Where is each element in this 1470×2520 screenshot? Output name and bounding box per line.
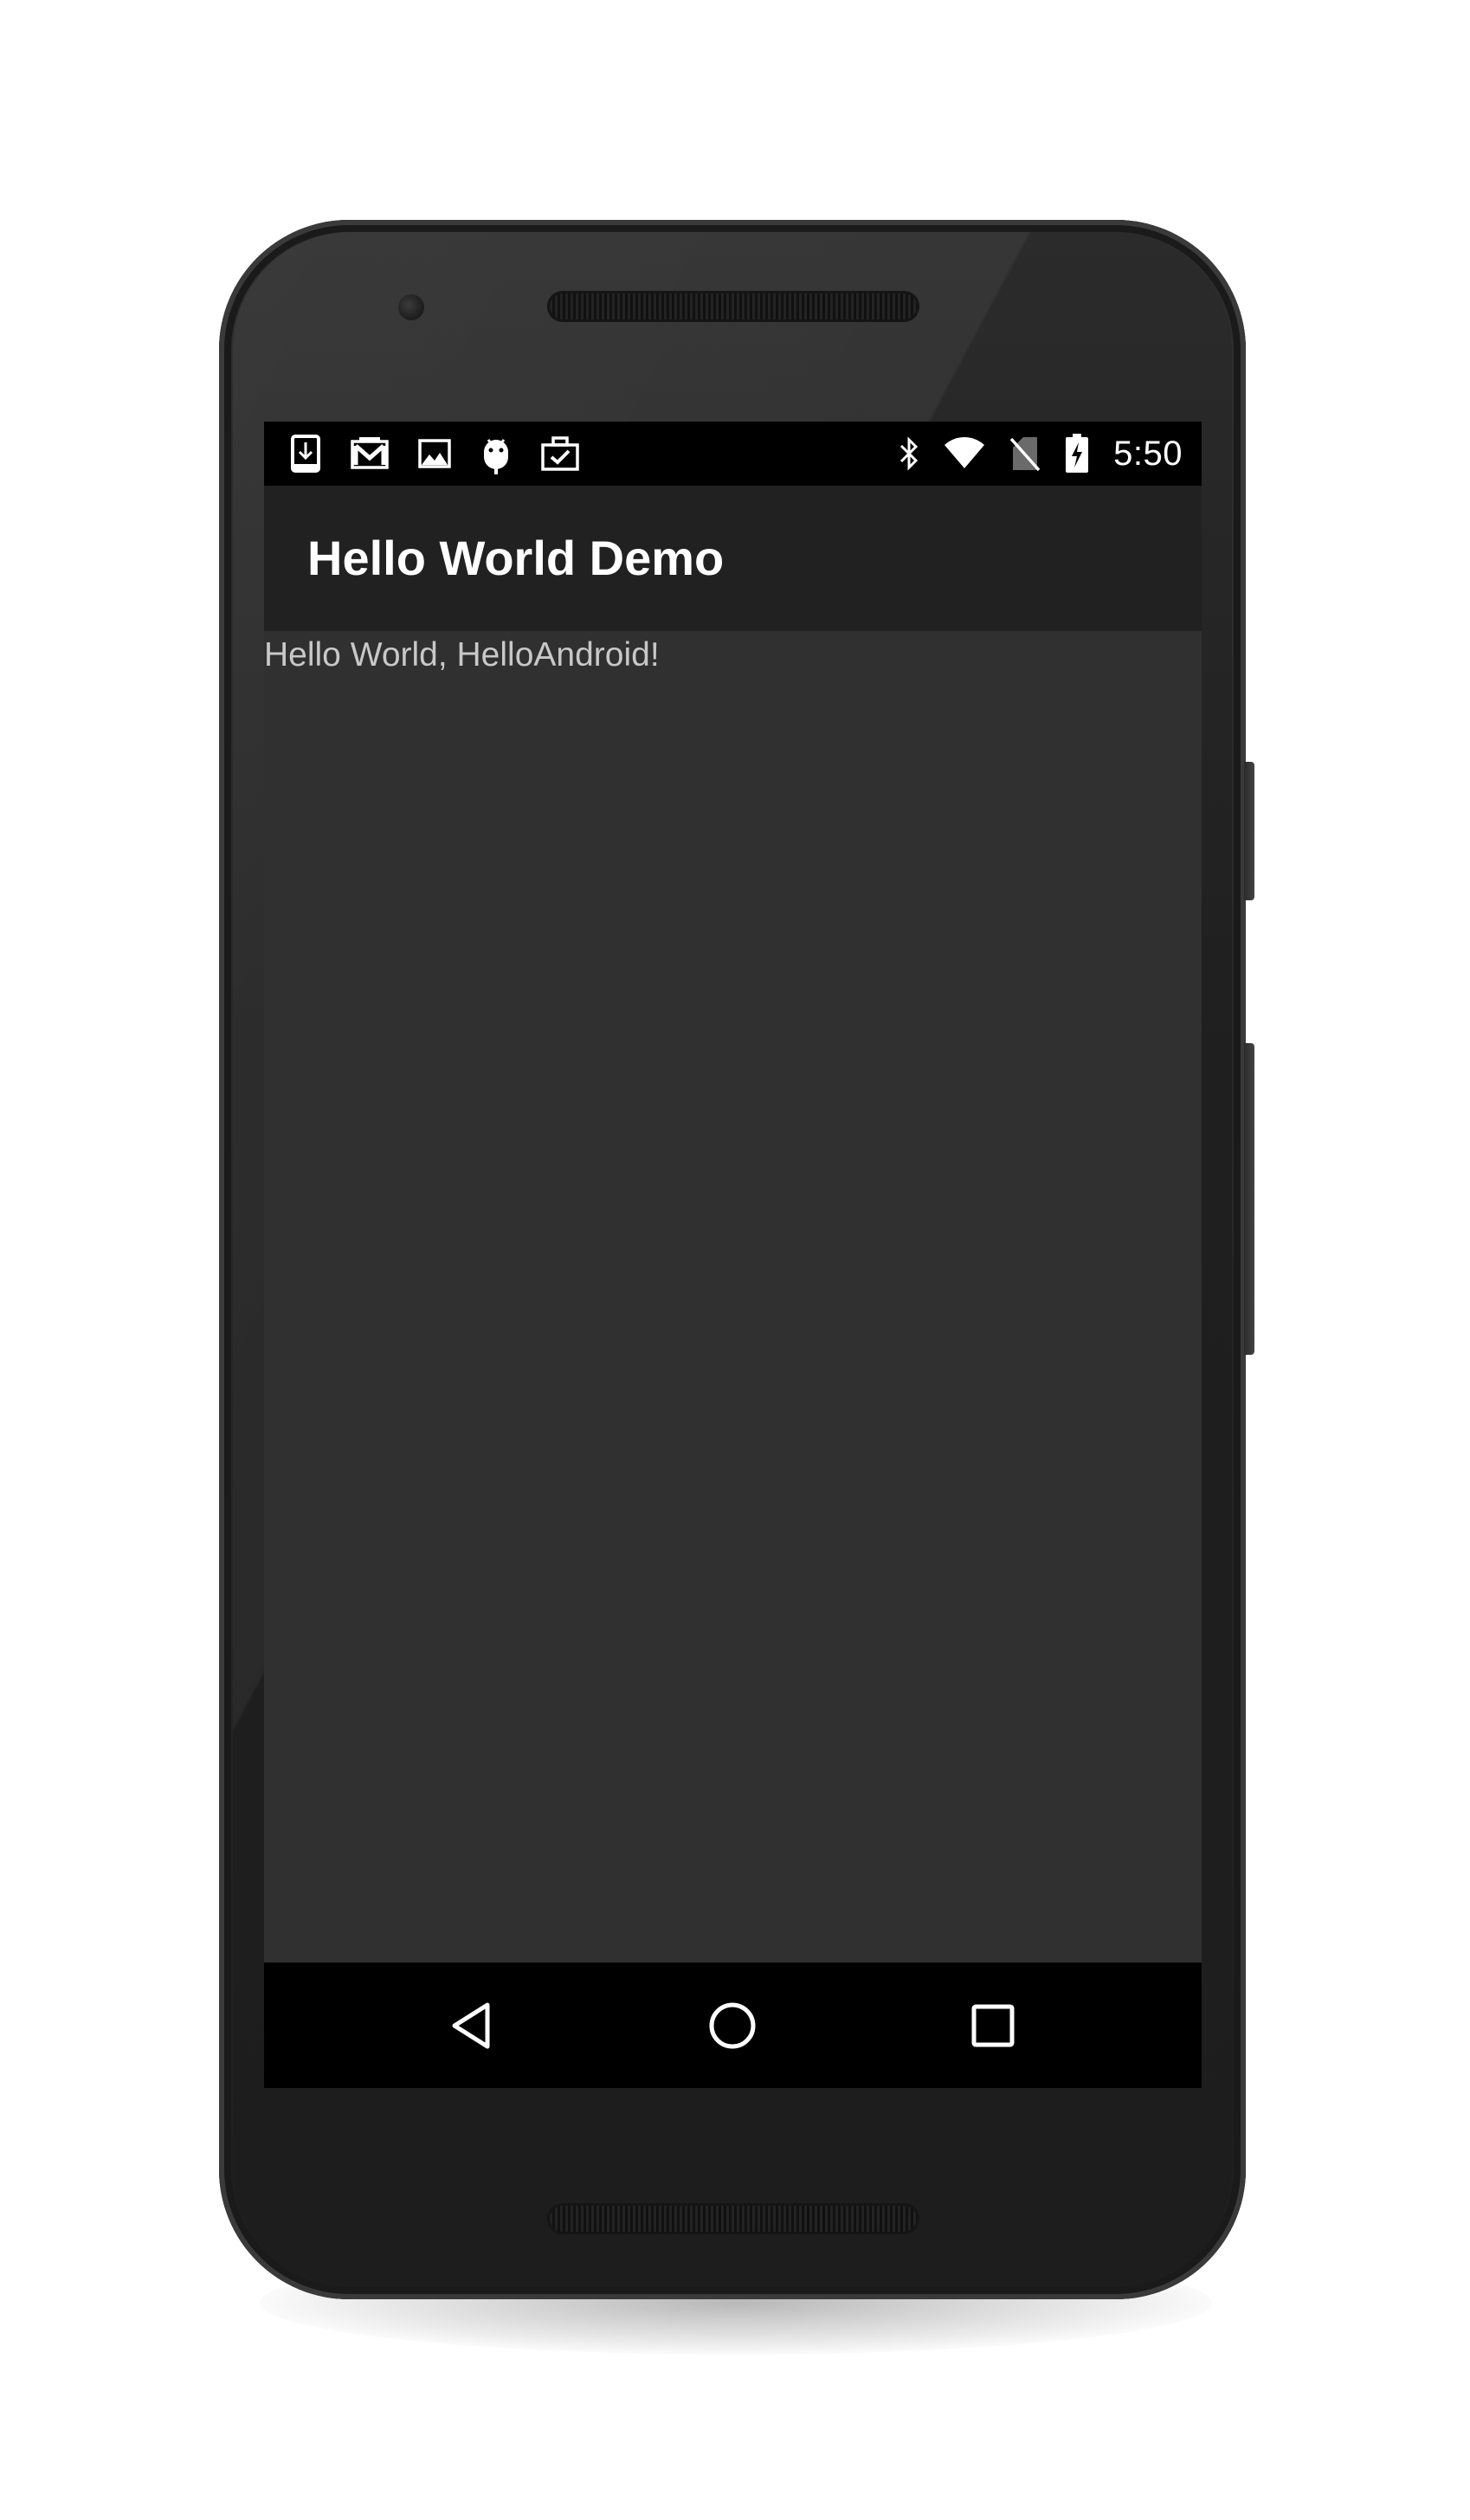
home-button[interactable]: [672, 1963, 793, 2088]
download-icon: [290, 435, 321, 473]
front-camera-icon: [398, 294, 424, 320]
no-sim-icon: [1009, 435, 1041, 472]
image-icon: [418, 439, 451, 468]
app-title: Hello World Demo: [307, 531, 725, 585]
bluetooth-icon: [899, 435, 919, 473]
recents-icon: [971, 2004, 1015, 2046]
battery-charging-icon: [1065, 434, 1089, 474]
back-button[interactable]: [411, 1963, 532, 2088]
navigation-bar: [264, 1963, 1202, 2088]
bottom-speaker-grille: [547, 2203, 919, 2234]
work-briefcase-icon: [541, 436, 579, 471]
android-icon: [480, 433, 512, 474]
app-toolbar: Hello World Demo: [264, 486, 1202, 631]
home-icon: [709, 2002, 756, 2048]
power-button[interactable]: [1244, 762, 1254, 900]
volume-rocker[interactable]: [1244, 1043, 1254, 1355]
recents-button[interactable]: [932, 1963, 1054, 2088]
status-clock: 5:50: [1113, 434, 1183, 473]
stage: 5:50 Hello World Demo Hello World, Hello…: [0, 0, 1470, 2520]
notification-icons: [290, 422, 579, 486]
wifi-icon: [944, 437, 985, 470]
device-screen: 5:50 Hello World Demo Hello World, Hello…: [264, 422, 1202, 2088]
gmail-icon: [351, 437, 389, 470]
hello-text-view: Hello World, HelloAndroid!: [264, 636, 660, 674]
back-icon: [452, 2002, 490, 2048]
top-speaker-grille: [547, 291, 919, 322]
status-bar[interactable]: 5:50: [264, 422, 1202, 486]
system-status-icons: 5:50: [899, 422, 1183, 486]
